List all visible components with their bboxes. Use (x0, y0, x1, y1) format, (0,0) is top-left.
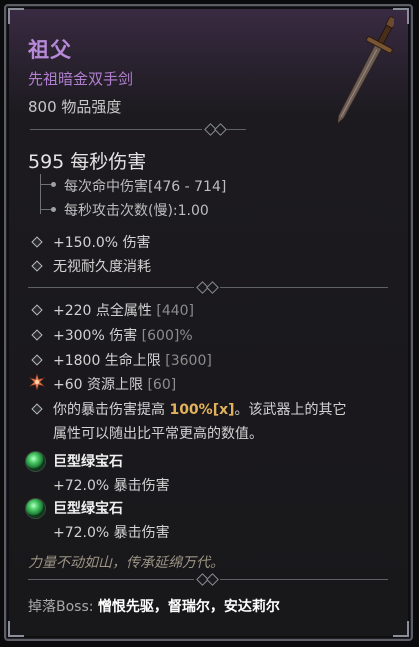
burst-icon (29, 374, 45, 390)
frame-corner (8, 8, 24, 24)
item-type: 先祖暗金双手剑 (28, 70, 134, 88)
unique-power-line1: 你的暴击伤害提高 100%[x]。该武器上的其它 (53, 402, 347, 418)
item-power: 800 物品强度 (28, 98, 122, 116)
frame-corner (393, 8, 409, 24)
emerald-gem-icon (26, 499, 45, 518)
socket-gem-name: 巨型绿宝石 (53, 501, 123, 517)
tree-node (51, 182, 56, 187)
item-name: 祖父 (28, 38, 72, 62)
unique-power-line2: 属性可以随出比平常更高的数值。 (53, 426, 263, 442)
flavor-text: 力量不动如山，传承延绵万代。 (28, 555, 224, 571)
frame-corner (393, 621, 409, 637)
socket-gem-stat: +72.0% 暴击伤害 (53, 478, 170, 494)
affix-stat: +300% 伤害 [600]% (53, 328, 193, 344)
implicit-stat: +150.0% 伤害 (53, 235, 151, 251)
divider (28, 573, 388, 586)
affix-stat: +60 资源上限 [60] (53, 377, 177, 393)
implicit-stat: 无视耐久度消耗 (53, 259, 151, 275)
sword-icon (338, 16, 394, 126)
divider (30, 123, 246, 136)
socket-gem-stat: +72.0% 暴击伤害 (53, 525, 170, 541)
affix-stat: +220 点全属性 [440] (53, 303, 195, 319)
divider (28, 281, 388, 294)
emerald-gem-icon (26, 452, 45, 471)
affix-stat: +1800 生命上限 [3600] (53, 353, 212, 369)
drop-source: 掉落Boss: 憎恨先驱，督瑞尔，安达莉尔 (28, 599, 280, 615)
socket-gem-name: 巨型绿宝石 (53, 454, 123, 470)
dps-value: 595 每秒伤害 (28, 151, 147, 173)
tree-node (51, 207, 56, 212)
attack-speed: 每秒攻击次数(慢):1.00 (64, 203, 209, 219)
frame-corner (8, 621, 24, 637)
tree-line (40, 174, 41, 214)
damage-per-hit: 每次命中伤害[476 - 714] (64, 179, 227, 195)
